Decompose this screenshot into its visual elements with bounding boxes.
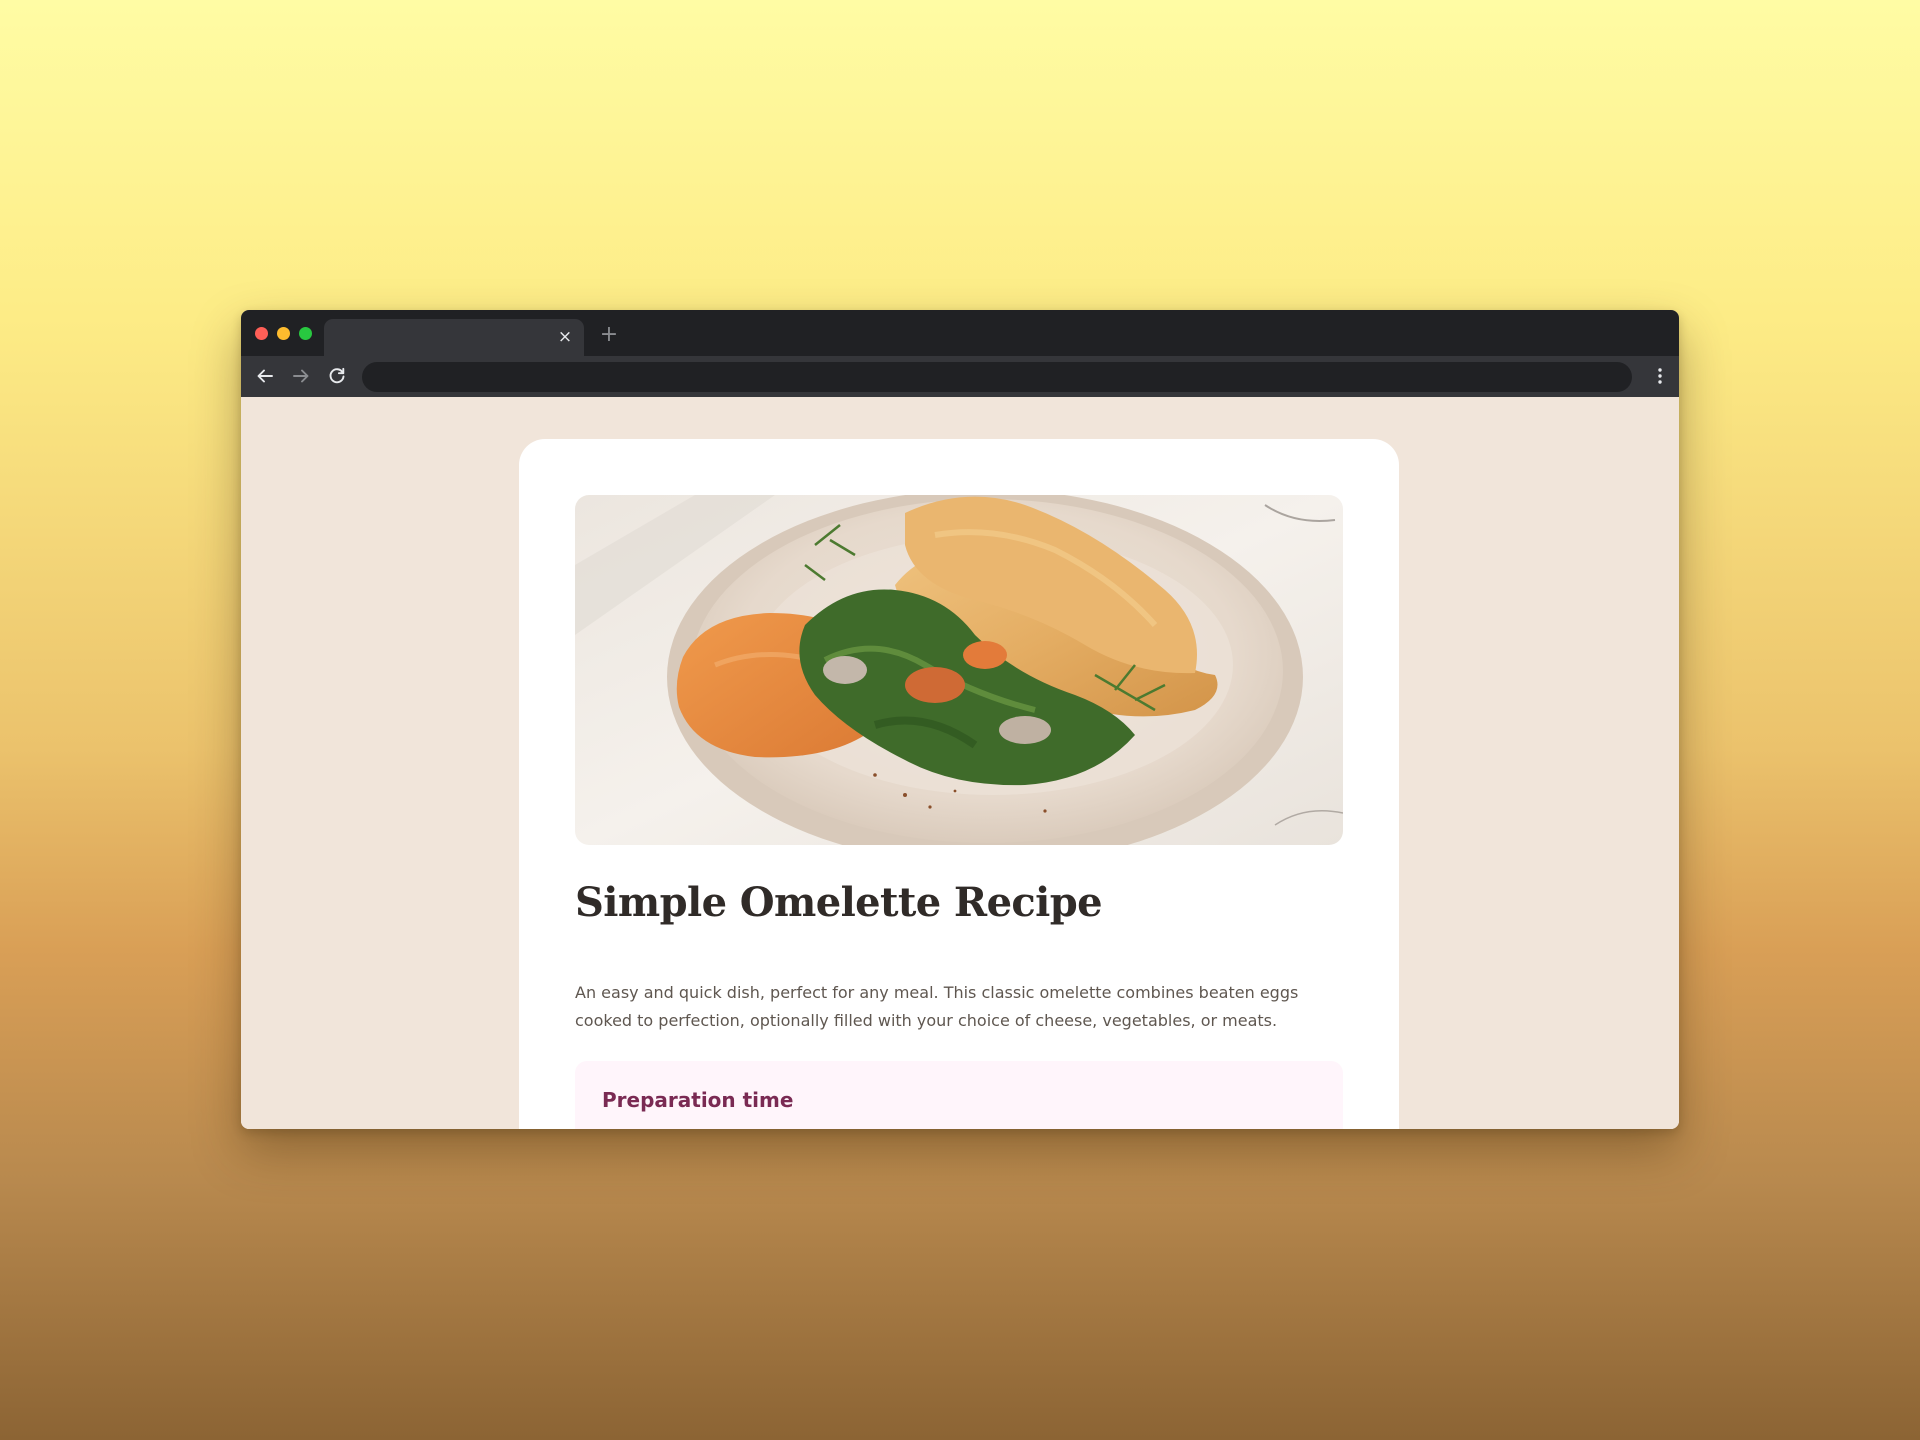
recipe-description: An easy and quick dish, perfect for any … [575,983,1299,1030]
browser-titlebar: × + [241,310,1679,356]
browser-tab[interactable]: × [324,319,584,356]
address-bar[interactable] [362,362,1632,392]
recipe-title: Simple Omelette Recipe [575,879,1103,926]
preparation-time-heading: Preparation time [602,1088,794,1112]
browser-window: × + Simple Omelette Recipe An easy and q… [241,310,1679,1129]
close-icon[interactable]: × [555,327,575,347]
window-maximize-button[interactable] [299,327,312,340]
arrow-left-icon[interactable] [253,364,277,388]
plus-icon[interactable]: + [598,324,620,346]
kebab-menu-icon[interactable] [1648,364,1672,388]
recipe-card: Simple Omelette Recipe An easy and quick… [519,439,1399,1129]
window-minimize-button[interactable] [277,327,290,340]
browser-toolbar [241,356,1679,397]
reload-icon[interactable] [325,364,349,388]
window-close-button[interactable] [255,327,268,340]
preparation-time-section: Preparation time [575,1061,1343,1129]
page-viewport[interactable]: Simple Omelette Recipe An easy and quick… [241,397,1679,1129]
arrow-right-icon[interactable] [289,364,313,388]
omelette-photo [575,495,1343,845]
